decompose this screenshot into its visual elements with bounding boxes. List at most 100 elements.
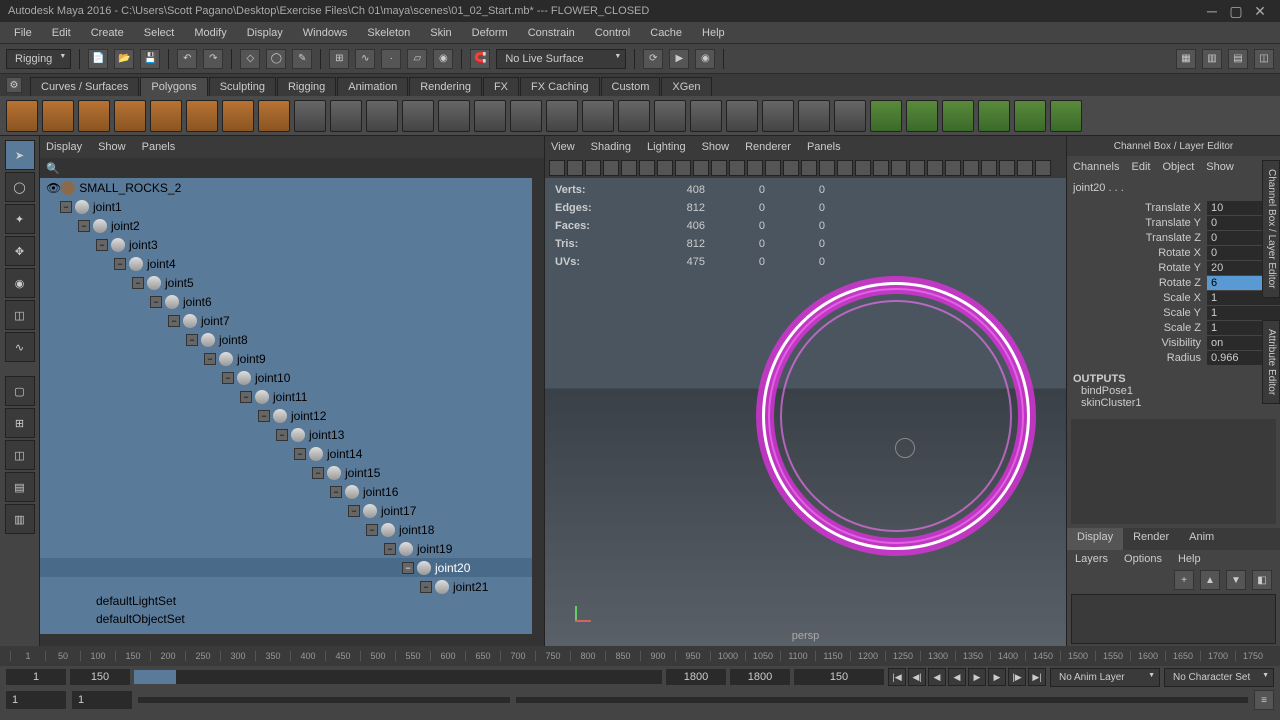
viewport-icon-15[interactable] [819, 160, 835, 176]
menu-constrain[interactable]: Constrain [518, 24, 585, 42]
layer-move-up-icon[interactable]: ▲ [1200, 570, 1220, 590]
expand-toggle-icon[interactable]: − [384, 543, 396, 555]
joint-label[interactable]: joint7 [201, 314, 230, 328]
anim-end-field[interactable]: 1800 [730, 669, 790, 685]
output-node[interactable]: skinCluster1 [1073, 397, 1274, 409]
shelf-tab-fx-caching[interactable]: FX Caching [520, 77, 599, 96]
anim-layer-dropdown[interactable]: No Anim Layer [1050, 668, 1160, 687]
expand-toggle-icon[interactable]: − [258, 410, 270, 422]
viewport-menu-view[interactable]: View [551, 141, 575, 153]
snap-live-icon[interactable]: ◉ [433, 49, 453, 69]
cb-menu-channels[interactable]: Channels [1073, 161, 1119, 173]
shelf-icon-5[interactable] [186, 100, 218, 132]
time-slider[interactable]: 1501001502002503003504004505005506006507… [0, 646, 1280, 666]
joint-label[interactable]: joint13 [309, 428, 344, 442]
outliner-joint-row[interactable]: − joint7 [40, 311, 544, 330]
layers-menu-options[interactable]: Options [1124, 553, 1162, 565]
display-layers-list[interactable] [1071, 594, 1276, 644]
expand-toggle-icon[interactable]: − [132, 277, 144, 289]
shelf-icon-1[interactable] [42, 100, 74, 132]
viewport-icon-7[interactable] [675, 160, 691, 176]
panel-layout-icon-2[interactable]: ▥ [1202, 49, 1222, 69]
outliner-scrollbar-horizontal[interactable] [40, 634, 544, 646]
outliner-joint-row[interactable]: − joint19 [40, 539, 544, 558]
shelf-tab-xgen[interactable]: XGen [661, 77, 711, 96]
channel-attr-row[interactable]: Scale X1 [1067, 290, 1280, 305]
cb-menu-edit[interactable]: Edit [1131, 161, 1150, 173]
shelf-icon-25[interactable] [906, 100, 938, 132]
viewport-icon-25[interactable] [999, 160, 1015, 176]
joint-chain-display[interactable] [762, 282, 1030, 550]
outliner-joint-row[interactable]: −joint11 [40, 387, 544, 406]
maximize-button[interactable]: ▢ [1224, 3, 1248, 20]
outliner-joint-row[interactable]: −joint16 [40, 482, 544, 501]
expand-toggle-icon[interactable]: − [96, 239, 108, 251]
outliner-joint-row[interactable]: −joint2 [40, 216, 544, 235]
joint-label[interactable]: joint19 [417, 542, 452, 556]
viewport-menu-renderer[interactable]: Renderer [745, 141, 791, 153]
play-forward-button[interactable]: ▶ [968, 668, 986, 686]
shelf-icon-16[interactable] [582, 100, 614, 132]
viewport-icon-14[interactable] [801, 160, 817, 176]
menu-select[interactable]: Select [134, 24, 185, 42]
layer-add-icon[interactable]: + [1174, 570, 1194, 590]
joint-label[interactable]: joint6 [183, 295, 212, 309]
joint-label[interactable]: joint16 [363, 485, 398, 499]
shelf-icon-26[interactable] [942, 100, 974, 132]
channel-object-name[interactable]: joint20 . . . [1067, 178, 1280, 198]
expand-toggle-icon[interactable]: − [114, 258, 126, 270]
menu-skin[interactable]: Skin [420, 24, 461, 42]
viewport-icon-18[interactable] [873, 160, 889, 176]
anim-start-field[interactable]: 1 [6, 669, 66, 685]
outliner-joint-row[interactable]: −joint20 [40, 558, 544, 577]
menu-help[interactable]: Help [692, 24, 735, 42]
viewport-icon-19[interactable] [891, 160, 907, 176]
outliner-node[interactable]: SMALL_ROCKS_2 [79, 181, 181, 195]
viewport-icon-6[interactable] [657, 160, 673, 176]
outliner-search-bar[interactable]: 🔍 [40, 158, 544, 178]
cmd-field-2[interactable]: 1 [72, 691, 132, 709]
shelf-icon-27[interactable] [978, 100, 1010, 132]
shelf-icon-2[interactable] [78, 100, 110, 132]
attr-value-field[interactable]: 1 [1207, 306, 1280, 320]
output-node[interactable]: bindPose1 [1073, 385, 1274, 397]
outliner-joint-row[interactable]: −joint4 [40, 254, 544, 273]
workspace-dropdown[interactable]: Rigging [6, 49, 71, 69]
shelf-icon-24[interactable] [870, 100, 902, 132]
expand-toggle-icon[interactable]: − [420, 581, 432, 593]
menu-display[interactable]: Display [237, 24, 293, 42]
shelf-icon-28[interactable] [1014, 100, 1046, 132]
redo-icon[interactable]: ↷ [203, 49, 223, 69]
shelf-icon-29[interactable] [1050, 100, 1082, 132]
expand-toggle-icon[interactable]: − [60, 201, 72, 213]
channel-attr-row[interactable]: Rotate Z6 [1067, 275, 1280, 290]
joint-label[interactable]: joint10 [255, 371, 290, 385]
undo-icon[interactable]: ↶ [177, 49, 197, 69]
outliner-joint-row[interactable]: − joint3 [40, 235, 544, 254]
shelf-icon-0[interactable] [6, 100, 38, 132]
joint-label[interactable]: joint3 [129, 238, 158, 252]
single-pane-layout[interactable]: ▢ [5, 376, 35, 406]
last-tool[interactable]: ∿ [5, 332, 35, 362]
layer-move-down-icon[interactable]: ▼ [1226, 570, 1246, 590]
construction-history-icon[interactable]: ⟳ [643, 49, 663, 69]
layer-tab-anim[interactable]: Anim [1179, 528, 1224, 550]
viewport-icon-23[interactable] [963, 160, 979, 176]
panel-layout-icon-1[interactable]: ▦ [1176, 49, 1196, 69]
outliner-joint-row[interactable]: −joint12 [40, 406, 544, 425]
range-slider[interactable] [134, 670, 662, 684]
outliner-menu-show[interactable]: Show [98, 141, 126, 153]
joint-label[interactable]: joint5 [165, 276, 194, 290]
step-back-button[interactable]: ◀ [928, 668, 946, 686]
go-to-start-button[interactable]: |◀ [888, 668, 906, 686]
attribute-editor-side-tab[interactable]: Attribute Editor [1262, 320, 1280, 404]
expand-toggle-icon[interactable]: − [168, 315, 180, 327]
go-to-end-button[interactable]: ▶| [1028, 668, 1046, 686]
joint-label[interactable]: joint21 [453, 580, 488, 594]
select-mode-icon[interactable]: ◇ [240, 49, 260, 69]
outliner-joint-row[interactable]: −joint8 [40, 330, 544, 349]
outliner-menu-display[interactable]: Display [46, 141, 82, 153]
channel-box-side-tab[interactable]: Channel Box / Layer Editor [1262, 160, 1280, 298]
viewport-icon-16[interactable] [837, 160, 853, 176]
viewport-icon-26[interactable] [1017, 160, 1033, 176]
